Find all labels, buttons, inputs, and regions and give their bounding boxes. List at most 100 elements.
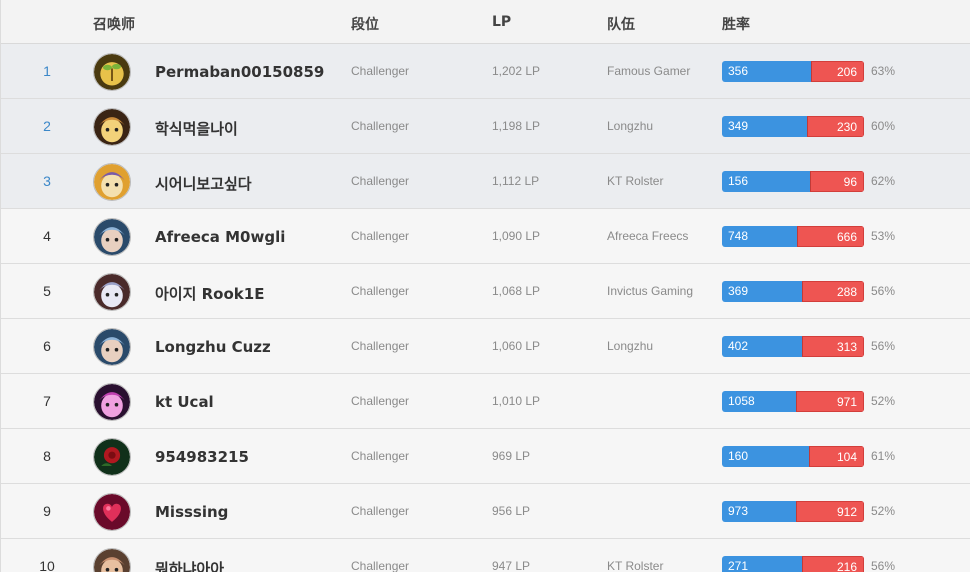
table-row[interactable]: 9 Misssing Challenger 956 LP 973 912 52% (1, 484, 970, 539)
lp-text: 1,010 LP (492, 394, 541, 408)
winrate-bar: 369 288 (722, 281, 864, 302)
header-winrate[interactable]: 胜率 (722, 14, 750, 34)
tier-text: Challenger (351, 119, 410, 133)
team-text: Invictus Gaming (607, 284, 694, 298)
header-lp[interactable]: LP (492, 14, 511, 30)
tier-text: Challenger (351, 449, 410, 463)
champion-face-icon[interactable] (93, 218, 131, 256)
winrate-bar: 160 104 (722, 446, 864, 467)
winrate-percent: 56% (871, 339, 896, 353)
rank-number: 1 (43, 63, 51, 79)
tier-text: Challenger (351, 504, 410, 518)
rank-number: 4 (43, 228, 51, 244)
winrate-percent: 53% (871, 229, 896, 243)
summoner-name-link[interactable]: 아이지 Rook1E (155, 283, 264, 304)
rank-number: 6 (43, 338, 51, 354)
lp-text: 969 LP (492, 449, 531, 463)
rose-icon[interactable] (93, 438, 131, 476)
winrate-percent: 52% (871, 504, 896, 518)
winrate-bar: 349 230 (722, 116, 864, 137)
wins-segment: 356 (722, 61, 811, 82)
table-row[interactable]: 6 Longzhu Cuzz Challenger 1,060 LP Longz… (1, 319, 970, 374)
sapling-icon[interactable] (93, 53, 131, 91)
winrate-bar: 271 216 (722, 556, 864, 572)
winrate-bar: 973 912 (722, 501, 864, 522)
losses-segment: 96 (810, 171, 864, 192)
table-header: 召唤师 段位 LP 队伍 胜率 (1, 0, 970, 44)
wins-segment: 271 (722, 556, 802, 572)
losses-segment: 666 (797, 226, 864, 247)
summoner-name-link[interactable]: 뭐하냐아아 (155, 558, 224, 572)
team-text: KT Rolster (607, 174, 664, 188)
table-row[interactable]: 5 아이지 Rook1E Challenger 1,068 LP Invictu… (1, 264, 970, 319)
ranking-table: 召唤师 段位 LP 队伍 胜率 1 Permaban00150859 Chall… (0, 0, 970, 572)
champion-face-icon[interactable] (93, 273, 131, 311)
winrate-percent: 63% (871, 64, 896, 78)
team-text: Famous Gamer (607, 64, 691, 78)
heart-icon[interactable] (93, 493, 131, 531)
rank-number: 3 (43, 173, 51, 189)
lp-text: 1,060 LP (492, 339, 541, 353)
team-text: KT Rolster (607, 559, 664, 572)
losses-segment: 216 (802, 556, 864, 572)
wins-segment: 160 (722, 446, 809, 467)
table-row[interactable]: 3 시어니보고싶다 Challenger 1,112 LP KT Rolster… (1, 154, 970, 209)
table-row[interactable]: 7 kt Ucal Challenger 1,010 LP 1058 971 5… (1, 374, 970, 429)
winrate-bar: 356 206 (722, 61, 864, 82)
lp-text: 1,198 LP (492, 119, 541, 133)
lp-text: 947 LP (492, 559, 531, 572)
champion-face-icon[interactable] (93, 163, 131, 201)
header-summoner[interactable]: 召唤师 (93, 14, 135, 34)
summoner-name-link[interactable]: 954983215 (155, 448, 249, 466)
summoner-name-link[interactable]: kt Ucal (155, 393, 214, 411)
team-text: Longzhu (607, 119, 654, 133)
wins-segment: 369 (722, 281, 802, 302)
losses-segment: 206 (811, 61, 864, 82)
losses-segment: 288 (802, 281, 864, 302)
summoner-name-link[interactable]: 시어니보고싶다 (155, 173, 252, 194)
team-text: Longzhu (607, 339, 654, 353)
tier-text: Challenger (351, 559, 410, 572)
table-row[interactable]: 1 Permaban00150859 Challenger 1,202 LP F… (1, 44, 970, 99)
header-team[interactable]: 队伍 (607, 14, 635, 34)
tier-text: Challenger (351, 284, 410, 298)
table-row[interactable]: 4 Afreeca M0wgli Challenger 1,090 LP Afr… (1, 209, 970, 264)
winrate-percent: 52% (871, 394, 896, 408)
summoner-name-link[interactable]: Longzhu Cuzz (155, 338, 271, 356)
losses-segment: 313 (802, 336, 864, 357)
rank-number: 2 (43, 118, 51, 134)
summoner-name-link[interactable]: 학식먹을나이 (155, 118, 238, 139)
wins-segment: 973 (722, 501, 796, 522)
winrate-bar: 748 666 (722, 226, 864, 247)
lp-text: 1,068 LP (492, 284, 541, 298)
summoner-name-link[interactable]: Afreeca M0wgli (155, 228, 285, 246)
champion-face-icon[interactable] (93, 108, 131, 146)
rank-number: 7 (43, 393, 51, 409)
winrate-percent: 62% (871, 174, 896, 188)
losses-segment: 971 (796, 391, 864, 412)
winrate-bar: 1058 971 (722, 391, 864, 412)
rank-number: 9 (43, 503, 51, 519)
champion-face-icon[interactable] (93, 328, 131, 366)
wins-segment: 748 (722, 226, 797, 247)
losses-segment: 230 (807, 116, 864, 137)
rank-number: 10 (39, 558, 55, 572)
wins-segment: 402 (722, 336, 802, 357)
losses-segment: 104 (809, 446, 864, 467)
tier-text: Challenger (351, 394, 410, 408)
lp-text: 956 LP (492, 504, 531, 518)
rank-number: 8 (43, 448, 51, 464)
table-row[interactable]: 8 954983215 Challenger 969 LP 160 104 61… (1, 429, 970, 484)
summoner-name-link[interactable]: Misssing (155, 503, 228, 521)
team-text: Afreeca Freecs (607, 229, 689, 243)
summoner-name-link[interactable]: Permaban00150859 (155, 63, 324, 81)
wins-segment: 156 (722, 171, 810, 192)
table-row[interactable]: 2 학식먹을나이 Challenger 1,198 LP Longzhu 349… (1, 99, 970, 154)
tier-text: Challenger (351, 339, 410, 353)
header-tier[interactable]: 段位 (351, 14, 379, 34)
table-row[interactable]: 10 뭐하냐아아 Challenger 947 LP KT Rolster 27… (1, 539, 970, 572)
tier-text: Challenger (351, 174, 410, 188)
champion-face-icon[interactable] (93, 383, 131, 421)
losses-segment: 912 (796, 501, 864, 522)
champion-face-icon[interactable] (93, 548, 131, 572)
